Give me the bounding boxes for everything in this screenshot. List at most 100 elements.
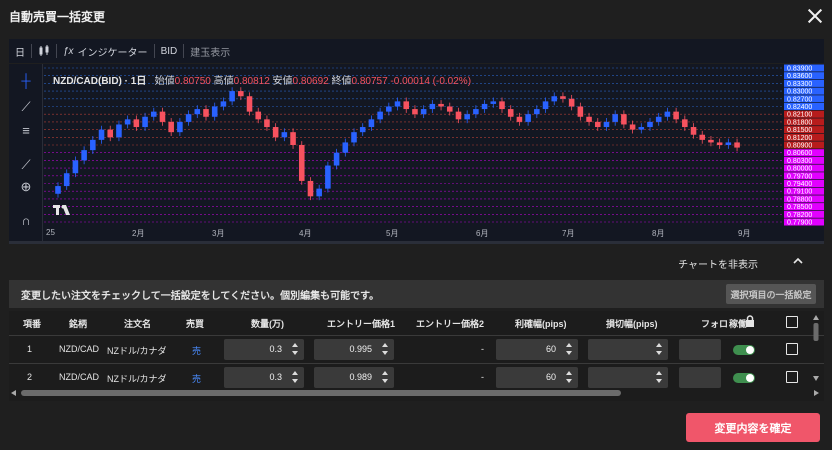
candle-body xyxy=(177,121,183,133)
spinner-icon[interactable] xyxy=(656,342,662,356)
active-toggle[interactable] xyxy=(733,373,755,383)
row-checkbox[interactable] xyxy=(786,371,798,383)
x-tick-label: 3月 xyxy=(212,229,225,238)
spinner-icon[interactable] xyxy=(566,342,572,356)
candle-body xyxy=(333,152,340,166)
entry1-stepper[interactable]: 0.989 xyxy=(314,367,394,388)
header-follow: フォロ xyxy=(701,319,729,329)
fib-lines-icon[interactable]: ≡ xyxy=(17,122,35,140)
close-icon[interactable] xyxy=(804,5,826,27)
crosshair-icon[interactable]: ┼ xyxy=(17,72,35,90)
candle-body xyxy=(699,134,706,140)
stop-loss-stepper[interactable] xyxy=(588,367,668,388)
header-name: 注文名 xyxy=(124,319,152,329)
candle-body xyxy=(72,160,79,174)
header-qty: 数量(万) xyxy=(251,319,284,329)
spinner-icon[interactable] xyxy=(292,342,298,356)
row-symbol: NZD/CAD xyxy=(59,372,99,382)
candle-body xyxy=(534,109,540,115)
magnet-icon[interactable]: ∩ xyxy=(17,212,35,230)
candle-body xyxy=(229,91,235,102)
price-tick-label: 0.81800 xyxy=(787,119,812,126)
follow-field[interactable] xyxy=(679,339,721,360)
row-checkbox[interactable] xyxy=(786,343,798,355)
active-toggle[interactable] xyxy=(733,345,755,355)
candle-body xyxy=(203,109,209,117)
horizontal-scroll-thumb[interactable] xyxy=(21,390,621,396)
quantity-stepper[interactable]: 0.3 xyxy=(224,339,304,360)
price-tick-label: 0.80300 xyxy=(787,158,812,165)
candle-body xyxy=(525,114,531,122)
legend-change: -0.00014 (-0.02%) xyxy=(390,76,472,87)
quantity-stepper[interactable]: 0.3 xyxy=(224,367,304,388)
spinner-icon[interactable] xyxy=(382,370,388,384)
legend-high: 0.80812 xyxy=(233,76,270,87)
trendline-icon[interactable]: ⟋ xyxy=(17,98,35,116)
x-tick-label: 6月 xyxy=(476,229,489,238)
take-profit-stepper[interactable]: 60 xyxy=(496,367,578,388)
spinner-icon[interactable] xyxy=(566,370,572,384)
vertical-scrollbar[interactable] xyxy=(812,313,820,383)
candle-body xyxy=(420,109,427,115)
spinner-icon[interactable] xyxy=(382,342,388,356)
position-display-button[interactable]: 建玉表示 xyxy=(184,39,236,63)
candle-body xyxy=(734,142,740,148)
candle-body xyxy=(638,127,645,130)
header-take-profit: 利確幅(pips) xyxy=(515,319,567,329)
candle-body xyxy=(220,101,227,107)
row-entry2: - xyxy=(481,372,484,382)
candle-body xyxy=(359,127,366,133)
confirm-changes-button[interactable]: 変更内容を確定 xyxy=(686,413,820,442)
hide-chart-label[interactable]: チャートを非表示 xyxy=(678,256,758,271)
candle-body xyxy=(159,111,166,122)
candle-body xyxy=(281,132,288,138)
candle-body xyxy=(238,91,244,97)
candle-body xyxy=(386,106,392,112)
indicators-button[interactable]: ƒx インジケーター xyxy=(57,39,154,63)
header-stop-loss: 損切幅(pips) xyxy=(606,319,658,329)
select-all-checkbox[interactable] xyxy=(786,316,798,328)
indicators-label: インジケーター xyxy=(77,47,148,59)
candle-body xyxy=(150,111,157,117)
legend-open: 0.80750 xyxy=(174,76,211,87)
price-tick-label: 0.79700 xyxy=(787,173,812,180)
candle-body xyxy=(542,101,549,110)
window-title: 自動売買一括変更 xyxy=(9,9,106,24)
candle-body xyxy=(568,98,575,107)
chart-plot[interactable]: 0.83900 0.83600 0.83300 0.83000 0.82700 0.824… xyxy=(44,64,824,242)
price-tick-label: 0.83000 xyxy=(787,89,812,96)
candle-body xyxy=(107,129,114,138)
take-profit-stepper[interactable]: 60 xyxy=(496,339,578,360)
price-tick-label: 0.78800 xyxy=(787,196,812,203)
legend-close: 0.80757 xyxy=(351,76,388,87)
candle-body xyxy=(664,111,671,117)
chart-toolbar: 日 ƒx インジケーター BID 建玉表示 xyxy=(9,39,824,63)
bulk-settings-button[interactable]: 選択項目の一括設定 xyxy=(726,284,816,304)
header-entry2: エントリー価格2 xyxy=(416,319,485,329)
spinner-icon[interactable] xyxy=(656,370,662,384)
price-tick-label: 0.81200 xyxy=(787,135,812,142)
ruler-icon[interactable]: ⟋ xyxy=(17,156,35,174)
row-no: 2 xyxy=(27,372,33,382)
price-tick-label: 0.80600 xyxy=(787,150,812,157)
entry1-stepper[interactable]: 0.995 xyxy=(314,339,394,360)
stop-loss-stepper[interactable] xyxy=(588,339,668,360)
candle-body xyxy=(673,111,679,120)
candle-body xyxy=(438,103,444,107)
candle-body xyxy=(516,116,523,122)
chart-area[interactable]: ┼ ⟋ ≡ ⟋ ⊕ ∩ 0.83900 0.83600 0.83300 0.83000… xyxy=(9,64,824,242)
candle-body xyxy=(725,142,732,145)
spinner-icon[interactable] xyxy=(292,370,298,384)
price-type-button[interactable]: BID xyxy=(155,39,184,63)
horizontal-scrollbar[interactable] xyxy=(9,388,824,398)
follow-field[interactable] xyxy=(679,367,721,388)
candle-body xyxy=(194,109,201,115)
candle-style-icon[interactable] xyxy=(32,39,56,63)
zoom-icon[interactable]: ⊕ xyxy=(17,178,35,196)
candle-body xyxy=(124,119,131,125)
candle-body xyxy=(211,106,218,117)
candle-body xyxy=(246,96,253,112)
candle-body xyxy=(98,129,105,140)
interval-selector[interactable]: 日 xyxy=(9,39,31,63)
chevron-up-icon[interactable] xyxy=(793,256,803,266)
